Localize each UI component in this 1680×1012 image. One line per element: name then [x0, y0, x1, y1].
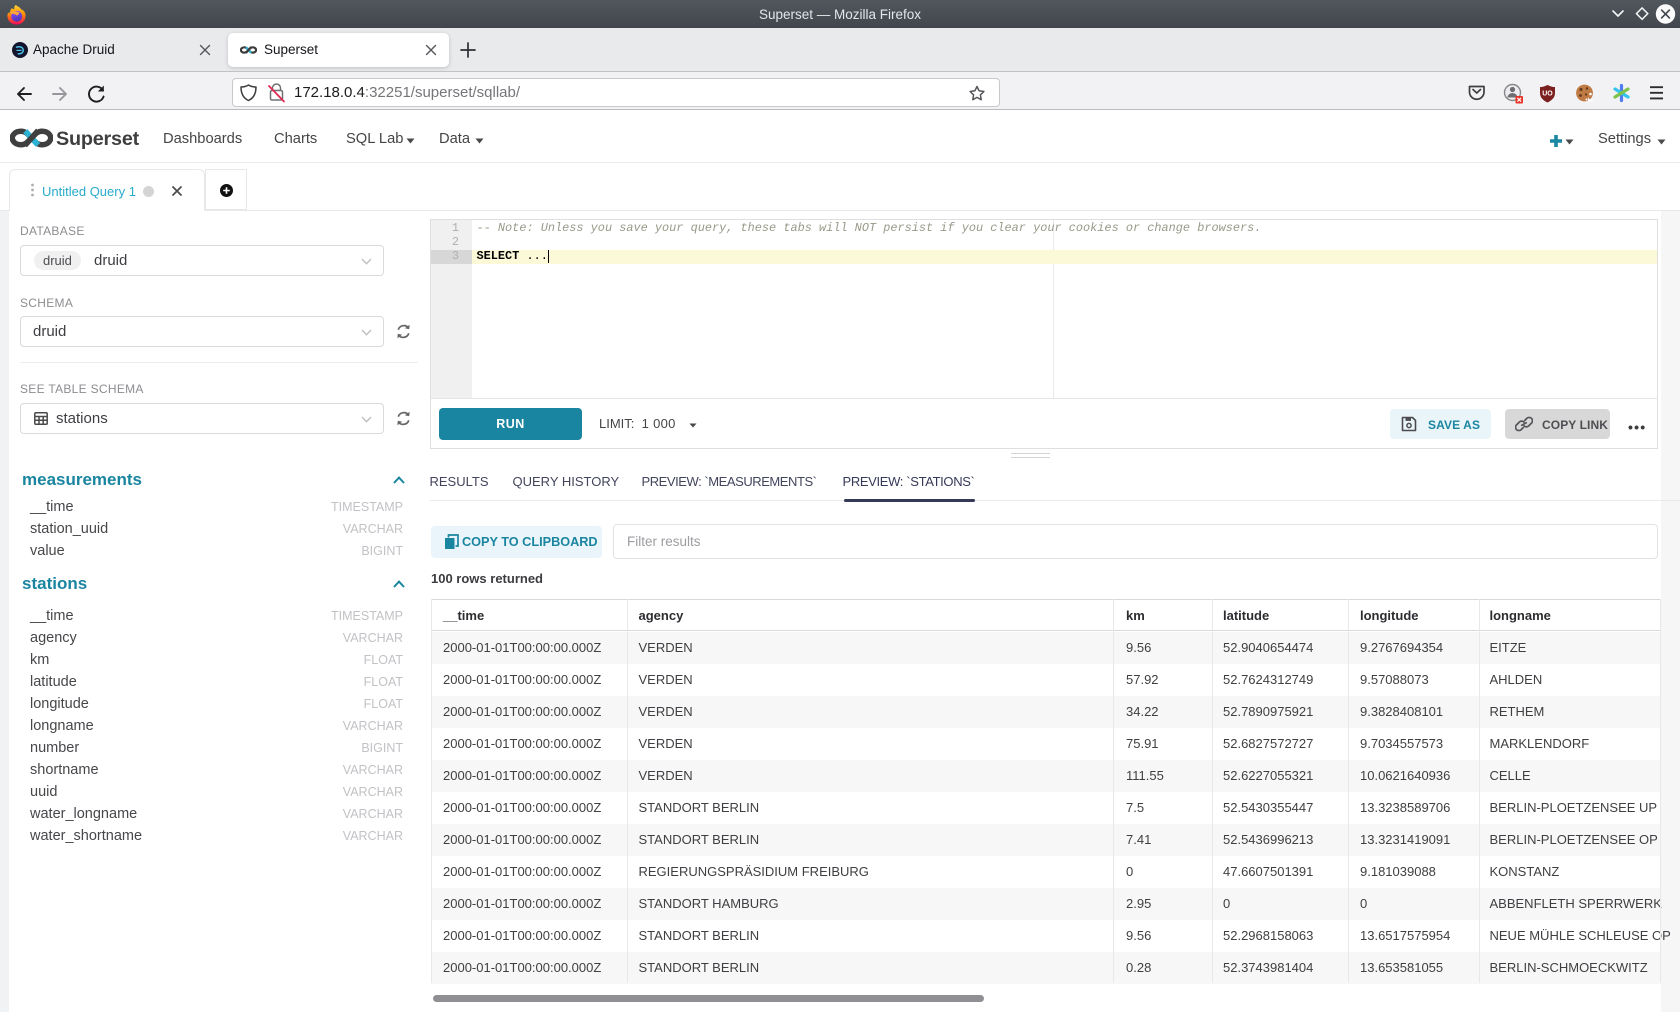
svg-text:UO: UO: [1542, 91, 1553, 98]
